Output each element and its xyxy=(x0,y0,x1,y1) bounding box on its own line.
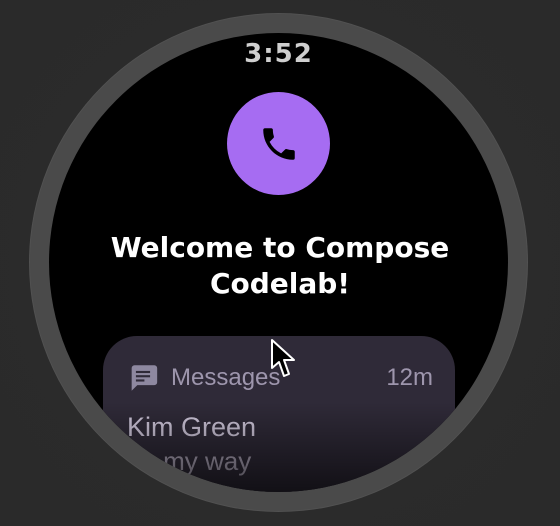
message-icon xyxy=(125,361,161,395)
card-app-name: Messages xyxy=(171,364,281,391)
watch-screen: 3:52 Welcome to Compose Codelab! Message… xyxy=(0,0,560,526)
clock-time: 3:52 xyxy=(244,39,313,69)
card-age: 12m xyxy=(386,364,433,391)
phone-icon xyxy=(258,123,300,165)
call-button[interactable] xyxy=(227,92,330,195)
sender-name: Kim Green xyxy=(127,412,257,442)
welcome-line-1: Welcome to Compose xyxy=(110,231,450,264)
message-preview: on my way xyxy=(127,446,252,476)
welcome-line-2: Codelab! xyxy=(209,267,351,300)
card-header: Messages 12m xyxy=(125,361,433,395)
watch-face: 3:52 Welcome to Compose Codelab! Message… xyxy=(49,33,508,492)
message-card[interactable]: Messages 12m Kim Green on my way xyxy=(103,336,455,492)
card-app-info: Messages xyxy=(125,361,280,395)
welcome-title: Welcome to Compose Codelab! xyxy=(85,230,475,302)
